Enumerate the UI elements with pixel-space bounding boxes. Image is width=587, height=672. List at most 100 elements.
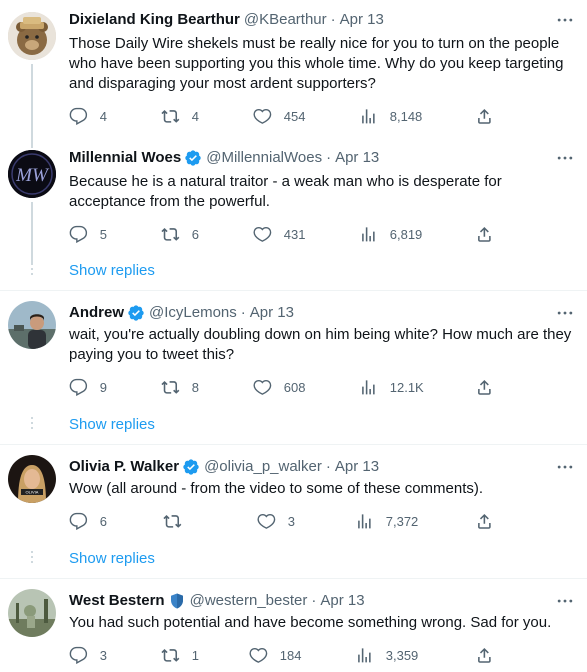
more-icon[interactable] [555,10,575,30]
views-button[interactable]: 8,148 [359,106,422,126]
tweet-date[interactable]: Apr 13 [335,148,379,168]
display-name[interactable]: West Bestern [69,591,165,611]
views-count: 7,372 [385,513,419,529]
reply-count: 3 [99,647,107,663]
share-button[interactable] [475,224,494,244]
retweet-icon [161,648,180,662]
thread-line [31,202,33,264]
user-handle[interactable]: @MillennialWoes [206,148,322,168]
like-button[interactable]: 608 [253,377,305,397]
shield-badge-icon [170,593,183,609]
like-icon [253,226,272,242]
share-icon [478,226,491,242]
like-count: 184 [279,647,302,663]
user-handle[interactable]: @western_bester [190,591,308,611]
separator-dot: · [326,149,332,166]
like-icon [253,108,272,124]
like-button[interactable]: 431 [253,224,305,244]
verified-badge-icon [183,459,199,475]
display-name[interactable]: Olivia P. Walker [69,457,179,477]
views-icon [358,647,371,663]
more-icon[interactable] [555,591,575,611]
reply-icon [69,107,88,125]
like-icon [253,379,272,395]
reply-count: 6 [99,513,107,529]
avatar-kbearthur[interactable] [8,12,56,60]
share-button[interactable] [475,106,494,126]
more-icon[interactable] [555,303,575,323]
retweet-button[interactable]: 1 [161,645,199,665]
thread-line [31,140,33,148]
user-handle[interactable]: @olivia_p_walker [204,457,322,477]
tweet-5[interactable]: West Bestern @western_bester · Apr 13 Yo… [0,579,587,672]
avatar-olivia[interactable]: OLIVIA [8,455,56,503]
like-button[interactable]: 184 [249,645,301,665]
tweet-date[interactable]: Apr 13 [340,10,384,30]
reply-icon [69,378,88,396]
like-button[interactable]: 3 [257,511,295,531]
thread-dots [31,263,33,278]
avatar-millennialwoes[interactable]: MW [8,150,56,198]
tweet-text: Wow (all around - from the video to some… [69,480,484,497]
retweet-button[interactable]: 8 [161,377,199,397]
more-icon[interactable] [555,457,575,477]
reply-button[interactable]: 9 [69,377,107,397]
user-handle[interactable]: @IcyLemons [149,303,237,323]
views-icon [362,108,375,124]
views-button[interactable]: 3,359 [355,645,418,665]
tweet-date[interactable]: Apr 13 [250,303,294,323]
retweet-button[interactable]: 4 [161,106,199,126]
views-icon [362,226,375,242]
tweet-3[interactable]: Andrew @IcyLemons · Apr 13 wait, you're … [0,291,587,444]
retweet-icon [161,109,180,123]
action-bar: 4 4 454 8,148 [69,106,509,126]
tweet-text: wait, you're actually doubling down on h… [69,326,572,363]
reply-icon [69,646,88,664]
thread-dots [31,551,33,566]
tweet-date[interactable]: Apr 13 [335,457,379,477]
tweet-4[interactable]: OLIVIA Olivia P. Walker @olivia_p_walker… [0,445,587,578]
retweet-button[interactable]: 6 [161,224,199,244]
views-button[interactable]: 7,372 [355,511,418,531]
show-replies-link[interactable]: Show replies [69,415,155,435]
avatar-icylemons[interactable] [8,301,56,349]
reply-button[interactable]: 5 [69,224,107,244]
tweet-1[interactable]: Dixieland King Bearthur @KBearthur · Apr… [0,0,587,140]
verified-badge-icon [185,150,201,166]
show-replies-link[interactable]: Show replies [69,549,155,569]
tweet-header: West Bestern @western_bester · Apr 13 [69,591,365,611]
more-icon[interactable] [555,148,575,168]
reply-button[interactable]: 4 [69,106,107,126]
reply-button[interactable]: 3 [69,645,107,665]
share-button[interactable] [475,511,494,531]
retweet-icon [163,514,182,528]
retweet-count: 4 [191,108,199,124]
display-name[interactable]: Millennial Woes [69,148,181,168]
retweet-count: 8 [191,379,199,395]
views-icon [362,379,375,395]
like-button[interactable]: 454 [253,106,305,126]
tweet-2[interactable]: MW Millennial Woes @MillennialWoes · Apr… [0,140,587,290]
display-name[interactable]: Dixieland King Bearthur [69,10,240,30]
retweet-icon [161,227,180,241]
views-button[interactable]: 6,819 [359,224,422,244]
share-icon [478,379,491,395]
thread-line [31,64,33,140]
action-bar: 5 6 431 6,819 [69,224,509,244]
share-button[interactable] [475,645,494,665]
display-name[interactable]: Andrew [69,303,124,323]
action-bar: 6 3 7,372 [69,511,509,531]
views-button[interactable]: 12.1K [359,377,424,397]
tweet-date[interactable]: Apr 13 [320,591,364,611]
reply-button[interactable]: 6 [69,511,107,531]
tweet-header: Millennial Woes @MillennialWoes · Apr 13 [69,148,379,168]
share-button[interactable] [475,377,494,397]
user-handle[interactable]: @KBearthur [244,10,327,30]
show-replies-link[interactable]: Show replies [69,261,155,281]
reply-count: 5 [99,226,107,242]
reply-icon [69,225,88,243]
views-count: 6,819 [389,226,423,242]
avatar-westernbester[interactable] [8,589,56,637]
views-count: 8,148 [389,108,423,124]
retweet-button[interactable] [163,511,194,531]
